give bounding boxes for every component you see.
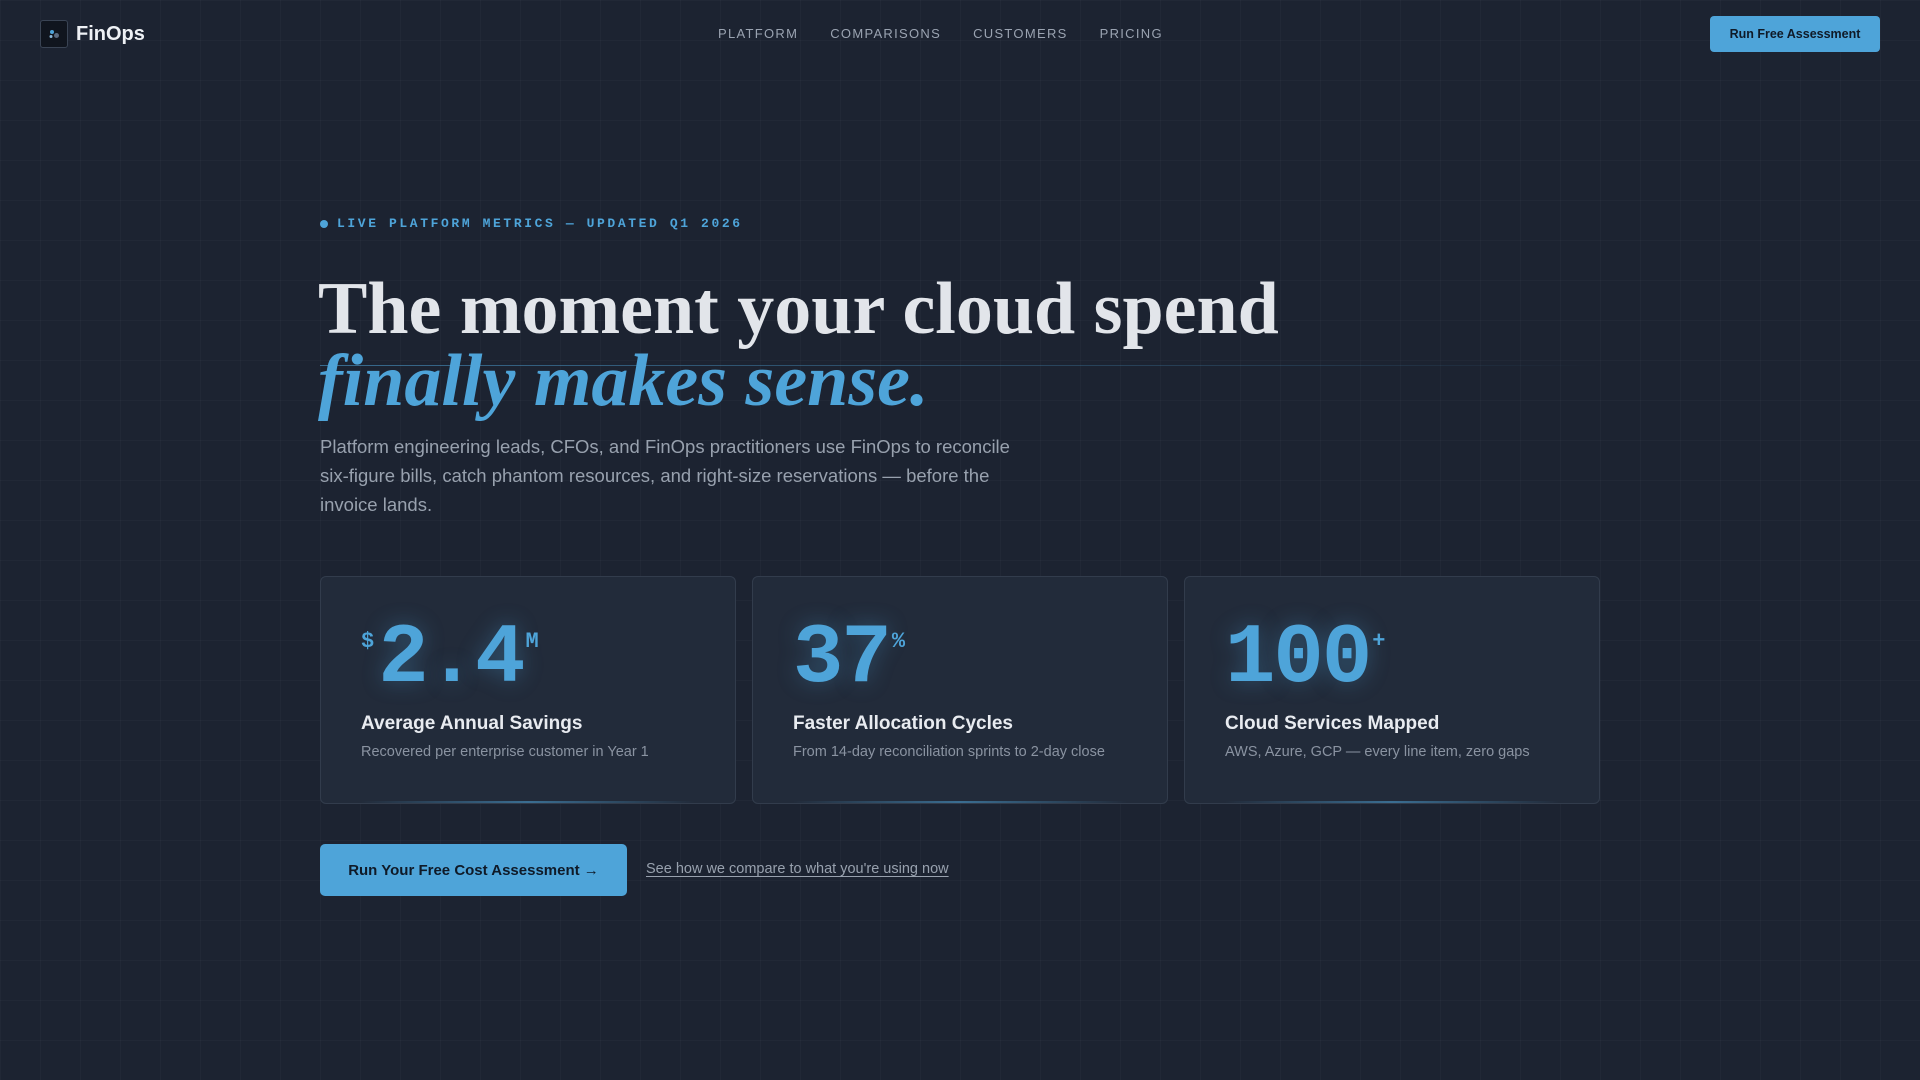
stat-suffix: + (1372, 629, 1386, 654)
brand[interactable]: FinOps (40, 20, 145, 48)
stat-prefix: $ (361, 629, 375, 654)
stat-card-savings: $ 2.4 M Average Annual Savings Recovered… (320, 576, 736, 804)
compare-link[interactable]: See how we compare to what you're using … (646, 861, 949, 877)
stat-value: 100 (1225, 612, 1372, 707)
stat-description: From 14-day reconciliation sprints to 2-… (793, 744, 1105, 760)
run-cost-assessment-button[interactable]: Run Your Free Cost Assessment → (320, 844, 627, 896)
eyebrow: LIVE PLATFORM METRICS — UPDATED Q1 2026 (320, 216, 743, 231)
headline-line-2: finally makes sense. (318, 340, 929, 422)
stat-figure: 100 + (1225, 615, 1385, 705)
stat-title: Cloud Services Mapped (1225, 713, 1440, 734)
top-nav: FinOps PLATFORM COMPARISONS CUSTOMERS PR… (0, 0, 1920, 68)
stat-figure: 37 % (793, 615, 905, 705)
nav-link-customers[interactable]: CUSTOMERS (973, 26, 1068, 41)
stat-title: Average Annual Savings (361, 713, 583, 734)
run-free-assessment-button[interactable]: Run Free Assessment (1710, 16, 1880, 52)
stat-suffix: % (891, 629, 906, 654)
hero-subhead: Platform engineering leads, CFOs, and Fi… (320, 436, 1010, 515)
nav-link-comparisons[interactable]: COMPARISONS (830, 26, 941, 41)
nav-links: PLATFORM COMPARISONS CUSTOMERS PRICING (718, 26, 1195, 41)
finops-logo-icon (40, 20, 68, 48)
nav-link-pricing[interactable]: PRICING (1100, 26, 1163, 41)
stat-suffix: M (525, 629, 539, 654)
stat-value: 2.4 (378, 612, 525, 707)
brand-name: FinOps (76, 22, 145, 45)
live-indicator-dot (320, 219, 328, 228)
stat-description: Recovered per enterprise customer in Yea… (361, 744, 649, 760)
stat-figure: $ 2.4 M (361, 615, 539, 705)
nav-link-platform[interactable]: PLATFORM (718, 26, 798, 41)
stat-card-services: 100 + Cloud Services Mapped AWS, Azure, … (1184, 576, 1600, 804)
stat-value: 37 (793, 612, 892, 707)
stat-title: Faster Allocation Cycles (793, 713, 1013, 734)
eyebrow-text: LIVE PLATFORM METRICS — UPDATED Q1 2026 (337, 216, 743, 231)
stat-card-allocation: 37 % Faster Allocation Cycles From 14-da… (752, 576, 1168, 804)
stat-description: AWS, Azure, GCP — every line item, zero … (1225, 744, 1530, 760)
